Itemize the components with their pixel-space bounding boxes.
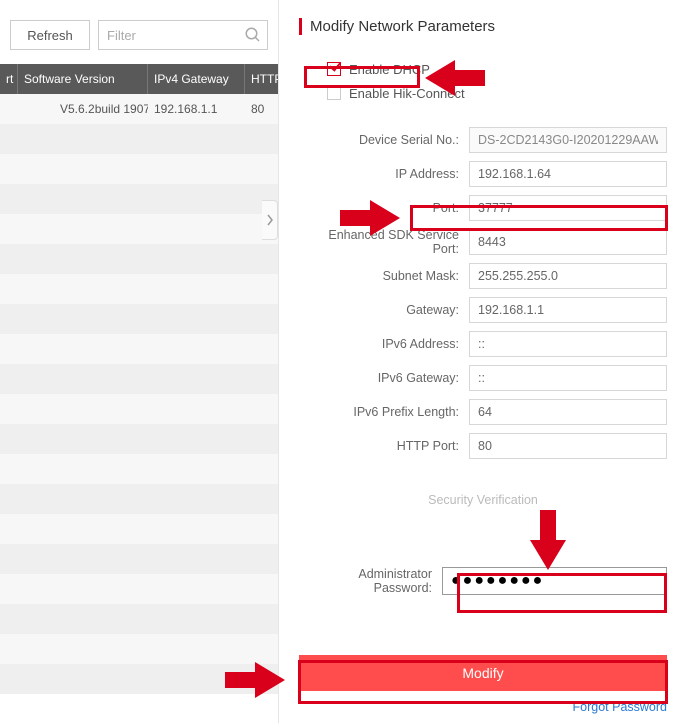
checkbox-icon — [327, 62, 341, 76]
forgot-password-link[interactable]: Forgot Password — [573, 700, 667, 714]
subnet-label: Subnet Mask: — [299, 269, 469, 283]
collapse-handle[interactable] — [262, 200, 278, 240]
sdk-port-input[interactable] — [469, 229, 667, 255]
enable-dhcp-checkbox[interactable]: Enable DHCP — [327, 57, 667, 81]
port-label: Port: — [299, 201, 469, 215]
http-port-input[interactable] — [469, 433, 667, 459]
ip-label: IP Address: — [299, 167, 469, 181]
checkbox-group: Enable DHCP Enable Hik-Connect — [327, 57, 667, 105]
enable-hik-label: Enable Hik-Connect — [349, 86, 465, 101]
refresh-button[interactable]: Refresh — [10, 20, 90, 50]
serial-label: Device Serial No.: — [299, 133, 469, 147]
chevron-right-icon — [266, 214, 274, 226]
ipv6-gateway-input[interactable] — [469, 365, 667, 391]
col-port: rt — [0, 64, 18, 94]
security-verification-heading: Security Verification — [299, 493, 667, 507]
filter-wrap — [98, 20, 268, 50]
ipv6-address-input[interactable] — [469, 331, 667, 357]
search-icon — [244, 26, 262, 44]
modify-network-panel: Modify Network Parameters Enable DHCP En… — [278, 0, 687, 723]
cell-gateway: 192.168.1.1 — [148, 102, 245, 116]
cell-software: V5.6.2build 1907... — [18, 102, 148, 116]
sdk-port-label: Enhanced SDK Service Port: — [299, 228, 469, 256]
gateway-label: Gateway: — [299, 303, 469, 317]
col-software-version: Software Version — [18, 64, 148, 94]
device-list-panel: Refresh rt Software Version IPv4 Gateway… — [0, 0, 278, 723]
ipv6-address-label: IPv6 Address: — [299, 337, 469, 351]
table-body: V5.6.2build 1907... 192.168.1.1 80 — [0, 94, 278, 694]
checkbox-icon — [327, 86, 341, 100]
admin-password-label: Administrator Password: — [299, 567, 442, 595]
port-input[interactable] — [469, 195, 667, 221]
enable-dhcp-label: Enable DHCP — [349, 62, 430, 77]
cell-http: 80 — [245, 102, 278, 116]
http-port-label: HTTP Port: — [299, 439, 469, 453]
admin-password-input[interactable] — [442, 567, 667, 595]
table-row[interactable]: V5.6.2build 1907... 192.168.1.1 80 — [0, 94, 278, 124]
network-form: Device Serial No.: IP Address: Port: Enh… — [299, 123, 667, 463]
col-ipv4-gateway: IPv4 Gateway — [148, 64, 245, 94]
col-http: HTTP — [245, 64, 278, 94]
ipv6-prefix-input[interactable] — [469, 399, 667, 425]
toolbar: Refresh — [0, 0, 278, 64]
modify-button[interactable]: Modify — [299, 655, 667, 691]
ip-input[interactable] — [469, 161, 667, 187]
filter-input[interactable] — [98, 20, 268, 50]
panel-title: Modify Network Parameters — [299, 18, 667, 35]
subnet-input[interactable] — [469, 263, 667, 289]
enable-hik-connect-checkbox[interactable]: Enable Hik-Connect — [327, 81, 667, 105]
ipv6-gateway-label: IPv6 Gateway: — [299, 371, 469, 385]
gateway-input[interactable] — [469, 297, 667, 323]
serial-input — [469, 127, 667, 153]
table-header: rt Software Version IPv4 Gateway HTTP — [0, 64, 278, 94]
ipv6-prefix-label: IPv6 Prefix Length: — [299, 405, 469, 419]
